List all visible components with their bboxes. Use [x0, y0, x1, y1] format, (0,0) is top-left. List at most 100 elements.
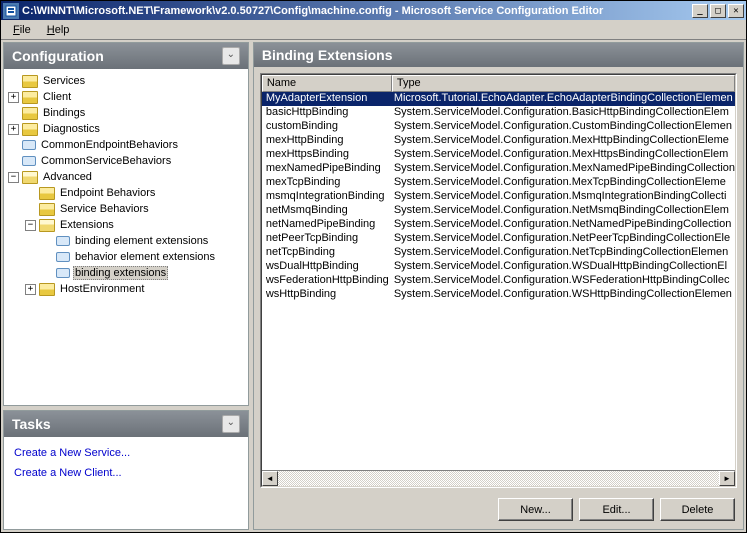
tree-extensions[interactable]: −Extensions [23, 217, 246, 233]
task-create-service[interactable]: Create a New Service... [14, 443, 238, 463]
list-row[interactable]: mexTcpBindingSystem.ServiceModel.Configu… [262, 176, 735, 190]
list-row[interactable]: wsDualHttpBindingSystem.ServiceModel.Con… [262, 260, 735, 274]
tree-common-service-behaviors[interactable]: CommonServiceBehaviors [6, 153, 246, 169]
tree-common-endpoint-behaviors[interactable]: CommonEndpointBehaviors [6, 137, 246, 153]
minimize-button[interactable]: _ [692, 4, 708, 18]
folder-icon [22, 75, 38, 88]
cell-name: mexNamedPipeBinding [262, 162, 392, 176]
task-create-client[interactable]: Create a New Client... [14, 463, 238, 483]
cell-type: System.ServiceModel.Configuration.WSHttp… [392, 288, 735, 302]
cell-type: System.ServiceModel.Configuration.MsmqIn… [392, 190, 735, 204]
list-row[interactable]: customBindingSystem.ServiceModel.Configu… [262, 120, 735, 134]
folder-open-icon [39, 219, 55, 232]
tree-host-environment[interactable]: +HostEnvironment [23, 281, 246, 297]
list-row[interactable]: netNamedPipeBindingSystem.ServiceModel.C… [262, 218, 735, 232]
horizontal-scrollbar[interactable]: ◄ ► [262, 470, 735, 486]
folder-icon [22, 123, 38, 136]
cell-type: System.ServiceModel.Configuration.MexTcp… [392, 176, 735, 190]
folder-icon [39, 203, 55, 216]
cell-type: System.ServiceModel.Configuration.BasicH… [392, 106, 735, 120]
binding-extensions-header: Binding Extensions [254, 43, 743, 67]
configuration-panel-header: Configuration ⌄ [4, 43, 248, 69]
expander-icon[interactable]: + [8, 124, 19, 135]
cell-type: System.ServiceModel.Configuration.MexNam… [392, 162, 735, 176]
folder-icon [39, 283, 55, 296]
column-type[interactable]: Type [392, 75, 735, 92]
node-icon [56, 252, 70, 262]
list-row[interactable]: mexHttpsBindingSystem.ServiceModel.Confi… [262, 148, 735, 162]
cell-type: System.ServiceModel.Configuration.WSFede… [392, 274, 735, 288]
list-row[interactable]: netMsmqBindingSystem.ServiceModel.Config… [262, 204, 735, 218]
scroll-track[interactable] [278, 471, 719, 486]
configuration-title: Configuration [12, 48, 104, 64]
list-row[interactable]: netPeerTcpBindingSystem.ServiceModel.Con… [262, 232, 735, 246]
tree-diagnostics[interactable]: +Diagnostics [6, 121, 246, 137]
scroll-right-button[interactable]: ► [719, 471, 735, 486]
tree-service-behaviors[interactable]: Service Behaviors [23, 201, 246, 217]
list-row[interactable]: netTcpBindingSystem.ServiceModel.Configu… [262, 246, 735, 260]
tasks-panel-header: Tasks ⌄ [4, 411, 248, 437]
configuration-tree[interactable]: Services +Client Bindings +Diagnostics C… [4, 69, 248, 405]
tree-binding-element-extensions[interactable]: binding element extensions [40, 233, 246, 249]
cell-name: customBinding [262, 120, 392, 134]
cell-name: MyAdapterExtension [262, 92, 392, 106]
list-row[interactable]: basicHttpBindingSystem.ServiceModel.Conf… [262, 106, 735, 120]
folder-icon [22, 107, 38, 120]
folder-open-icon [22, 171, 38, 184]
collapse-icon[interactable]: ⌄ [222, 415, 240, 433]
edit-button[interactable]: Edit... [579, 498, 654, 521]
window-title: C:\WINNT\Microsoft.NET\Framework\v2.0.50… [22, 5, 692, 17]
cell-name: msmqIntegrationBinding [262, 190, 392, 204]
tree-binding-extensions[interactable]: binding extensions [40, 265, 246, 281]
collapse-icon[interactable]: ⌄ [222, 47, 240, 65]
expander-icon[interactable]: − [25, 220, 36, 231]
tree-bindings[interactable]: Bindings [6, 105, 246, 121]
delete-button[interactable]: Delete [660, 498, 735, 521]
tree-behavior-element-extensions[interactable]: behavior element extensions [40, 249, 246, 265]
cell-type: System.ServiceModel.Configuration.NetPee… [392, 232, 735, 246]
cell-name: netPeerTcpBinding [262, 232, 392, 246]
cell-type: System.ServiceModel.Configuration.NetNam… [392, 218, 735, 232]
cell-name: wsFederationHttpBinding [262, 274, 392, 288]
menu-file[interactable]: File [5, 22, 39, 38]
expander-icon[interactable]: − [8, 172, 19, 183]
tree-services[interactable]: Services [6, 73, 246, 89]
menubar: File Help [1, 20, 746, 40]
close-button[interactable]: ✕ [728, 4, 744, 18]
tree-endpoint-behaviors[interactable]: Endpoint Behaviors [23, 185, 246, 201]
cell-name: netTcpBinding [262, 246, 392, 260]
cell-type: Microsoft.Tutorial.EchoAdapter.EchoAdapt… [392, 92, 735, 106]
node-icon [22, 140, 36, 150]
cell-type: System.ServiceModel.Configuration.Custom… [392, 120, 735, 134]
scroll-left-button[interactable]: ◄ [262, 471, 278, 486]
expander-icon[interactable]: + [8, 92, 19, 103]
tree-client[interactable]: +Client [6, 89, 246, 105]
node-icon [56, 268, 70, 278]
list-row[interactable]: MyAdapterExtensionMicrosoft.Tutorial.Ech… [262, 92, 735, 106]
node-icon [56, 236, 70, 246]
maximize-button[interactable]: □ [710, 4, 726, 18]
menu-help[interactable]: Help [39, 22, 78, 38]
tree-advanced[interactable]: −Advanced [6, 169, 246, 185]
column-name[interactable]: Name [262, 75, 392, 92]
list-row[interactable]: mexNamedPipeBindingSystem.ServiceModel.C… [262, 162, 735, 176]
list-row[interactable]: mexHttpBindingSystem.ServiceModel.Config… [262, 134, 735, 148]
list-header: Name Type [262, 75, 735, 92]
list-row[interactable]: wsFederationHttpBindingSystem.ServiceMod… [262, 274, 735, 288]
cell-type: System.ServiceModel.Configuration.NetTcp… [392, 246, 735, 260]
list-row[interactable]: wsHttpBindingSystem.ServiceModel.Configu… [262, 288, 735, 302]
cell-name: netMsmqBinding [262, 204, 392, 218]
titlebar[interactable]: C:\WINNT\Microsoft.NET\Framework\v2.0.50… [1, 1, 746, 20]
binding-extensions-title: Binding Extensions [262, 47, 393, 63]
list-row[interactable]: msmqIntegrationBindingSystem.ServiceMode… [262, 190, 735, 204]
cell-name: mexHttpsBinding [262, 148, 392, 162]
extensions-list[interactable]: Name Type MyAdapterExtensionMicrosoft.Tu… [260, 73, 737, 488]
expander-icon[interactable]: + [25, 284, 36, 295]
app-icon [3, 3, 19, 19]
node-icon [22, 156, 36, 166]
new-button[interactable]: New... [498, 498, 573, 521]
cell-type: System.ServiceModel.Configuration.MexHtt… [392, 134, 735, 148]
folder-icon [22, 91, 38, 104]
cell-type: System.ServiceModel.Configuration.NetMsm… [392, 204, 735, 218]
tasks-title: Tasks [12, 416, 51, 432]
